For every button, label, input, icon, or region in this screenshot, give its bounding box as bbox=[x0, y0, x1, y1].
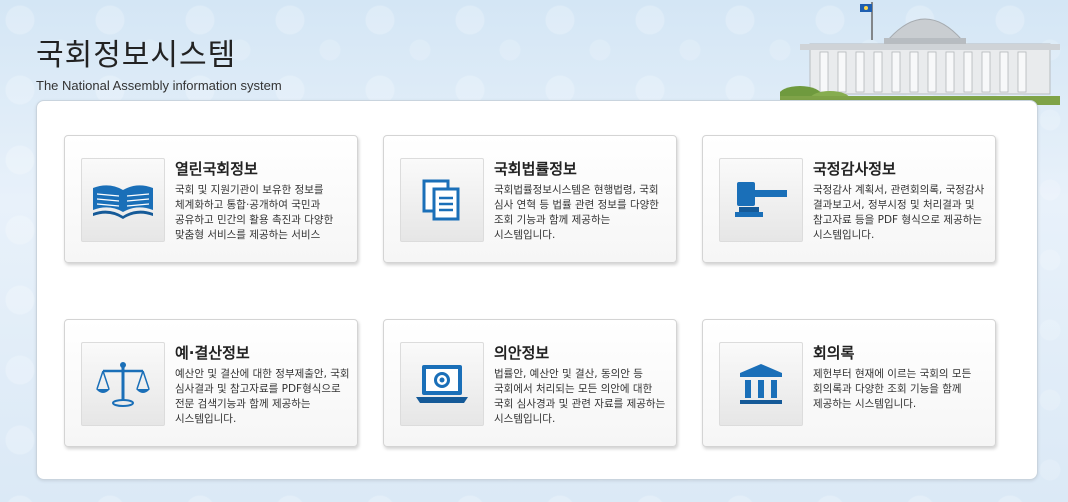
card-icon-box bbox=[81, 158, 165, 242]
card-description: 법률안, 예산안 및 결산, 동의안 등 국회에서 처리되는 모든 의안에 대한… bbox=[494, 368, 666, 425]
pillars-building-icon bbox=[740, 364, 782, 404]
card-icon-box bbox=[719, 158, 803, 242]
card-icon-box bbox=[719, 342, 803, 426]
gavel-icon bbox=[735, 182, 787, 217]
card-description: 제헌부터 현재에 이르는 국회의 모든 회의록과 다양한 조회 기능을 함께 제… bbox=[813, 368, 972, 410]
card-budget-info[interactable]: 예·결산정보 예산안 및 결산에 대한 정부제출안, 국회 심사결과 및 참고자… bbox=[64, 319, 358, 447]
card-icon-box bbox=[400, 342, 484, 426]
scales-icon bbox=[96, 362, 150, 407]
card-description: 국회 및 지원기관이 보유한 정보를 체계화하고 통합·공개하여 국민과 공유하… bbox=[175, 184, 334, 241]
card-open-assembly-info[interactable]: 열린국회정보 국회 및 지원기관이 보유한 정보를 체계화하고 통합·공개하여 … bbox=[64, 135, 358, 263]
card-title: 열린국회정보 bbox=[175, 160, 258, 178]
card-title: 예·결산정보 bbox=[175, 344, 250, 362]
card-title: 회의록 bbox=[813, 344, 855, 362]
card-minutes[interactable]: 회의록 제헌부터 현재에 이르는 국회의 모든 회의록과 다양한 조회 기능을 … bbox=[702, 319, 996, 447]
card-title: 국정감사정보 bbox=[813, 160, 896, 178]
card-icon-box bbox=[81, 342, 165, 426]
assembly-building-image bbox=[780, 2, 1060, 105]
documents-icon bbox=[422, 179, 460, 221]
open-book-icon bbox=[93, 185, 153, 219]
card-title: 국회법률정보 bbox=[494, 160, 577, 178]
card-law-info[interactable]: 국회법률정보 국회법률정보시스템은 현행법령, 국회 심사 연혁 등 법률 관련… bbox=[383, 135, 677, 263]
card-title: 의안정보 bbox=[494, 344, 550, 362]
main-panel: 열린국회정보 국회 및 지원기관이 보유한 정보를 체계화하고 통합·공개하여 … bbox=[36, 100, 1038, 480]
page-title: 국회정보시스템 bbox=[36, 38, 237, 73]
card-icon-box bbox=[400, 158, 484, 242]
card-description: 예산안 및 결산에 대한 정부제출안, 국회 심사결과 및 참고자료를 PDF형… bbox=[175, 368, 350, 425]
page-header: 국회정보시스템 The National Assembly informatio… bbox=[36, 30, 282, 93]
laptop-emblem-icon bbox=[416, 365, 468, 403]
card-bill-info[interactable]: 의안정보 법률안, 예산안 및 결산, 동의안 등 국회에서 처리되는 모든 의… bbox=[383, 319, 677, 447]
card-description: 국회법률정보시스템은 현행법령, 국회 심사 연혁 등 법률 관련 정보를 다양… bbox=[494, 184, 659, 241]
card-description: 국정감사 계획서, 관련회의록, 국정감사 결과보고서, 정부시정 및 처리결과… bbox=[813, 184, 985, 241]
card-audit-info[interactable]: 국정감사정보 국정감사 계획서, 관련회의록, 국정감사 결과보고서, 정부시정… bbox=[702, 135, 996, 263]
page-subtitle: The National Assembly information system bbox=[36, 78, 282, 93]
